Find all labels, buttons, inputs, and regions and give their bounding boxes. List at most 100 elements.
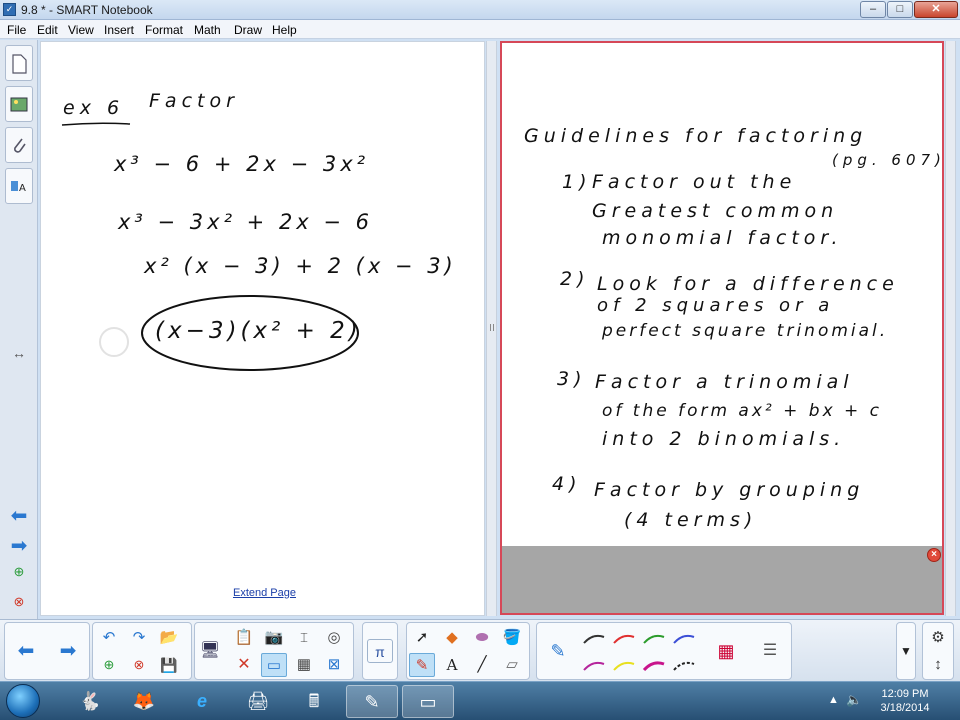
toolbar-expand-group: ▼: [896, 622, 916, 680]
pen-red-icon[interactable]: [611, 627, 637, 651]
gallery-tab[interactable]: [5, 86, 33, 122]
page-sorter-icon: [12, 54, 27, 74]
edit-group: ↶ ↷ 📂 ⊕ ⊗ 💾: [92, 622, 192, 680]
menu-math[interactable]: Math: [194, 23, 221, 37]
extend-page-link[interactable]: Extend Page: [233, 587, 296, 599]
dual-page-button[interactable]: ⊠: [321, 653, 347, 677]
title-bar: ✓ 9.8 * - SMART Notebook – □ ✕: [0, 0, 960, 20]
save-button[interactable]: 💾: [156, 653, 182, 677]
right-page[interactable]: Guidelines for factoring (pg. 607) 1) Fa…: [500, 41, 944, 615]
example-label: ex 6: [63, 97, 125, 119]
text-tool-button[interactable]: A: [439, 653, 465, 677]
taskbar-firefox-icon[interactable]: 🦊: [118, 685, 170, 718]
page-overflow-area: [502, 546, 942, 613]
taskbar-printer-icon[interactable]: 🖨: [232, 685, 284, 718]
move-sidebar-icon[interactable]: ↔: [7, 345, 31, 367]
open-file-button[interactable]: 📂: [156, 626, 182, 650]
pen-magenta-icon[interactable]: [581, 654, 607, 678]
pen-pink-icon[interactable]: [641, 654, 667, 678]
taskbar-internet-explorer-icon[interactable]: e: [176, 685, 228, 718]
page-sorter-tab[interactable]: [5, 45, 33, 81]
eraser-button[interactable]: ▱: [499, 653, 525, 677]
color-palette-icon[interactable]: ▦: [713, 639, 739, 663]
right-page-scrollbar[interactable]: [945, 41, 956, 616]
delete-button[interactable]: ✕: [231, 653, 257, 677]
math-group: π: [362, 622, 398, 680]
start-button[interactable]: [6, 684, 40, 718]
redo-button[interactable]: ↷: [126, 626, 152, 650]
previous-page-icon[interactable]: ⬅: [7, 503, 31, 527]
pen-green-icon[interactable]: [641, 627, 667, 651]
scroll-grip-icon: [490, 324, 494, 331]
pen-blue-icon[interactable]: [671, 627, 697, 651]
taskbar-clock[interactable]: 12:09 PM 3/18/2014: [870, 687, 940, 715]
toolbar-dropdown-icon[interactable]: ▼: [893, 639, 919, 663]
eraser-tool-button[interactable]: ⬬: [469, 626, 495, 650]
previous-page-button[interactable]: ⬅: [13, 639, 39, 663]
pen-black-icon[interactable]: [581, 627, 607, 651]
settings-gear-icon[interactable]: ⚙: [925, 626, 951, 650]
item-2-line-3: perfect square trinomial.: [602, 321, 889, 341]
attachments-tab[interactable]: [5, 127, 33, 163]
navigation-group: ⬅ ➡: [4, 622, 90, 680]
menu-draw[interactable]: Draw: [234, 23, 262, 37]
menu-view[interactable]: View: [68, 23, 94, 37]
taskbar-calculator-icon[interactable]: 🖩: [288, 685, 340, 718]
taskbar-window-icon[interactable]: ▭: [402, 685, 454, 718]
insert-document-button[interactable]: ⌶: [291, 626, 317, 650]
delete-page-icon[interactable]: ⊗: [7, 594, 31, 616]
next-page-button[interactable]: ➡: [55, 639, 81, 663]
item-3-line-1: Factor a trinomial: [595, 371, 854, 393]
drawing-tools-group: ➚ ◆ ⬬ 🪣 ✎ A ╱ ▱: [406, 622, 530, 680]
screen-capture-button[interactable]: 📷: [261, 626, 287, 650]
taskbar-app-rabbit-icon[interactable]: 🐇: [64, 685, 116, 718]
expression-line-1: x³ − 6 + 2x − 3x²: [114, 152, 370, 176]
item-1-line-3: monomial factor.: [602, 227, 843, 249]
math-tools-button[interactable]: π: [367, 639, 393, 663]
line-style-icon[interactable]: ☰: [757, 639, 783, 663]
menu-format[interactable]: Format: [145, 23, 183, 37]
next-page-icon[interactable]: ➡: [7, 533, 31, 557]
pen-dashed-icon[interactable]: [671, 654, 697, 678]
left-page-scrollbar[interactable]: [486, 41, 497, 616]
pen-yellow-icon[interactable]: [611, 654, 637, 678]
app-icon: ✓: [3, 3, 16, 16]
main-toolbar: ⬅ ➡ ↶ ↷ 📂 ⊕ ⊗ 💾 🖥 📋 📷 ⌶ ◎ ✕ ▭ ▦ ⊠ π ➚ ◆: [0, 619, 960, 681]
menu-bar: File Edit View Insert Format Math Draw H…: [0, 20, 960, 39]
shapes-tool-button[interactable]: ◆: [439, 626, 465, 650]
delete-page-button[interactable]: ⊗: [126, 653, 152, 677]
menu-help[interactable]: Help: [272, 23, 297, 37]
minimize-button[interactable]: –: [860, 1, 886, 18]
fill-tool-button[interactable]: 🪣: [499, 626, 525, 650]
add-page-button[interactable]: ⊕: [96, 653, 122, 677]
maximize-button[interactable]: □: [887, 1, 913, 18]
move-toolbar-icon[interactable]: ↕: [925, 653, 951, 677]
pen-icon[interactable]: ✎: [545, 639, 571, 663]
menu-file[interactable]: File: [7, 23, 26, 37]
line-tool-button[interactable]: ╱: [469, 653, 495, 677]
answer-expression: (x−3)(x² + 2): [155, 318, 362, 344]
pens-tool-button[interactable]: ✎: [409, 653, 435, 677]
add-page-icon[interactable]: ⊕: [7, 564, 31, 586]
left-page[interactable]: ex 6 Factor x³ − 6 + 2x − 3x² x³ − 3x² +…: [40, 41, 485, 616]
menu-insert[interactable]: Insert: [104, 23, 134, 37]
tray-expand-icon[interactable]: ▲: [828, 694, 839, 706]
spotlight-button[interactable]: ◎: [321, 626, 347, 650]
insert-table-button[interactable]: ▦: [291, 653, 317, 677]
item-4-line-1: Factor by grouping: [594, 479, 865, 501]
select-tool-button[interactable]: ➚: [409, 626, 435, 650]
item-3-line-3: into 2 binomials.: [602, 428, 846, 450]
properties-tab[interactable]: A: [5, 168, 33, 204]
paste-button[interactable]: 📋: [231, 626, 257, 650]
expression-line-3: x² (x − 3) + 2 (x − 3): [144, 254, 457, 278]
taskbar-smart-notebook-icon[interactable]: ✎: [346, 685, 398, 718]
screen-shade-button[interactable]: 🖥: [197, 639, 223, 663]
volume-icon[interactable]: 🔈: [846, 692, 862, 708]
undo-button[interactable]: ↶: [96, 626, 122, 650]
expression-line-2: x³ − 3x² + 2x − 6: [118, 210, 374, 234]
object-handle[interactable]: [99, 327, 129, 357]
full-screen-button[interactable]: ▭: [261, 653, 287, 677]
close-page-icon[interactable]: ×: [927, 548, 941, 562]
menu-edit[interactable]: Edit: [37, 23, 58, 37]
close-button[interactable]: ✕: [914, 1, 958, 18]
